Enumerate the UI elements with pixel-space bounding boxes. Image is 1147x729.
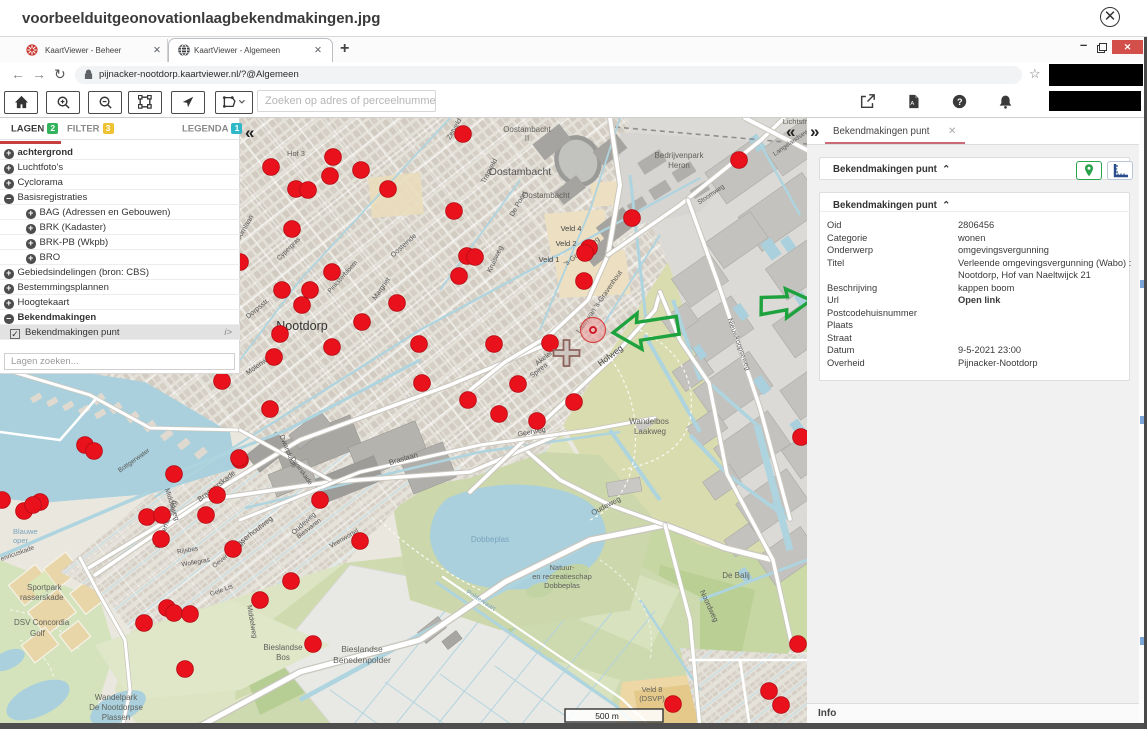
svg-text:Wandelbos: Wandelbos [629, 417, 669, 426]
svg-text:Veld 4: Veld 4 [561, 224, 582, 233]
svg-text:Plassen: Plassen [102, 713, 130, 722]
svg-text:Golf: Golf [30, 629, 45, 638]
svg-text:Veld 8: Veld 8 [642, 685, 663, 694]
svg-text:Bieslandse: Bieslandse [341, 644, 383, 654]
svg-text:en recreatieschap: en recreatieschap [532, 572, 592, 581]
svg-text:Veld 1: Veld 1 [539, 255, 560, 264]
svg-text:(DSVP): (DSVP) [639, 694, 665, 703]
svg-text:Bedrijvenpark: Bedrijvenpark [655, 151, 705, 160]
svg-text:Blauwe: Blauwe [13, 527, 38, 536]
svg-text:II: II [525, 134, 529, 143]
svg-text:Dobbeplas: Dobbeplas [471, 535, 509, 544]
svg-text:De Balij: De Balij [722, 571, 750, 580]
svg-text:Heron: Heron [668, 161, 690, 170]
svg-text:Hof 3: Hof 3 [287, 149, 305, 158]
svg-text:500 m: 500 m [595, 711, 619, 721]
svg-text:?: ? [957, 97, 963, 107]
svg-text:Sportpark: Sportpark [27, 583, 63, 592]
svg-text:Bos: Bos [276, 653, 290, 662]
svg-text:Oostambacht: Oostambacht [489, 166, 552, 178]
svg-text:Benedenpolder: Benedenpolder [333, 655, 391, 665]
svg-text:DSV Concordia: DSV Concordia [14, 618, 70, 627]
svg-text:Bieslandse: Bieslandse [263, 643, 303, 652]
svg-text:Oostambacht: Oostambacht [503, 125, 551, 134]
svg-text:Laakweg: Laakweg [634, 427, 666, 436]
svg-text:De Nootdorpse: De Nootdorpse [89, 703, 143, 712]
svg-text:A: A [910, 101, 914, 107]
svg-text:rasserskade: rasserskade [20, 593, 64, 602]
svg-text:Natuur-: Natuur- [549, 563, 575, 572]
svg-text:Oostambacht: Oostambacht [522, 191, 570, 200]
svg-text:oper: oper [13, 536, 29, 545]
svg-text:Wandelpark: Wandelpark [95, 693, 138, 702]
svg-text:Dobbeplas: Dobbeplas [544, 581, 580, 590]
svg-text:Veld 2: Veld 2 [556, 239, 577, 248]
